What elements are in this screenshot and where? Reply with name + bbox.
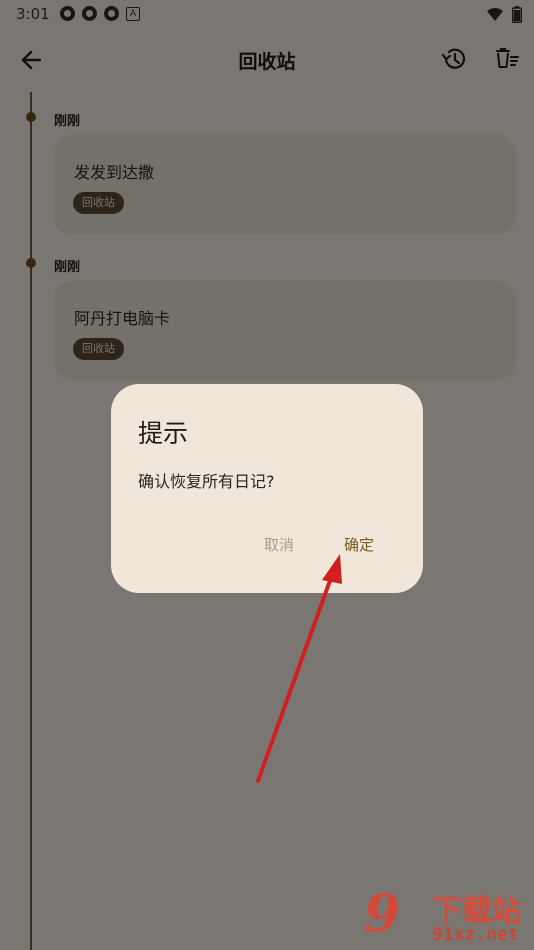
confirm-dialog: 提示 确认恢复所有日记? 取消 确定 [111, 384, 423, 593]
app-screen: 3:01 A 回收站 [0, 0, 534, 950]
dialog-title: 提示 [138, 419, 189, 448]
cancel-button[interactable]: 取消 [258, 530, 300, 559]
watermark-site: 91xz.net [432, 924, 519, 945]
confirm-button[interactable]: 确定 [338, 530, 380, 559]
dialog-message: 确认恢复所有日记? [138, 472, 275, 491]
site-watermark: 9 下载站 91xz.net [364, 884, 534, 950]
watermark-logo: 9 [364, 884, 401, 945]
